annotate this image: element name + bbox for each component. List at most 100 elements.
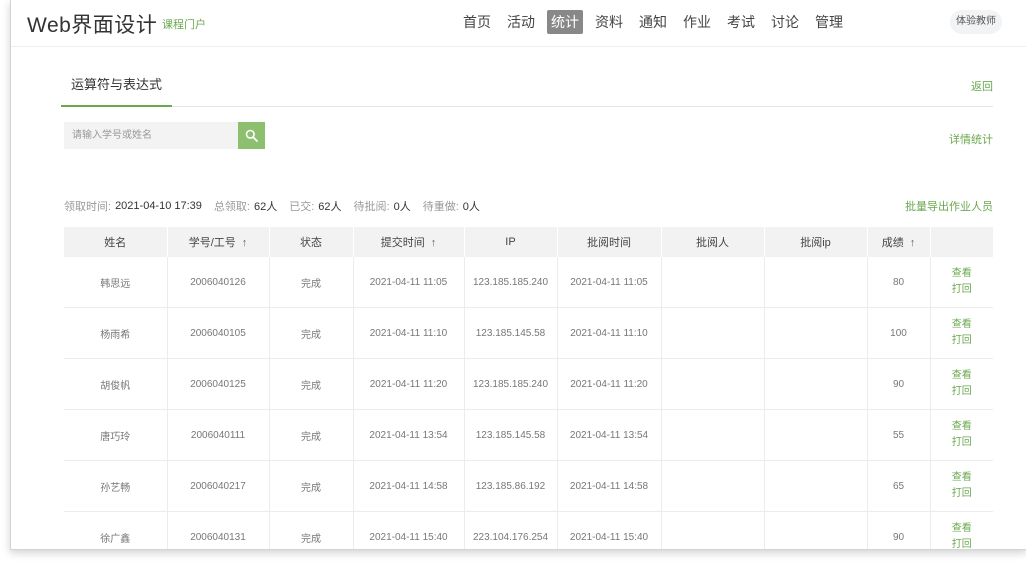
table-header: 姓名 学号/工号 ↑ 状态 提交时间 ↑ IP 批阅时间 批阅人 批阅ip 成绩 ↑	[64, 227, 993, 257]
header-label: 批阅时间	[587, 237, 631, 249]
cell-actions: 查看 打回	[930, 409, 993, 461]
header-col-submit-time[interactable]: 提交时间 ↑	[353, 227, 465, 257]
cell-ip: 123.185.185.240	[464, 358, 558, 410]
nav-exams[interactable]: 考试	[723, 10, 759, 34]
cell-id: 2006040125	[167, 358, 270, 410]
table-row: 杨雨希 2006040105 完成 2021-04-11 11:10 123.185.1…	[64, 307, 993, 359]
view-link[interactable]: 查看	[932, 470, 993, 486]
sort-arrow-icon[interactable]: ↑	[431, 237, 437, 249]
cell-reviewer	[661, 511, 765, 549]
cell-name: 孙艺畅	[64, 460, 168, 512]
total-value: 62人	[253, 201, 278, 213]
deadline-label: 领取时间:	[64, 201, 112, 213]
cell-submit: 2021-04-11 11:10	[353, 307, 465, 359]
header-col-reviewer: 批阅人	[661, 227, 765, 257]
header-col-ip: IP	[464, 227, 558, 257]
cell-score: 80	[867, 257, 931, 308]
nav-materials[interactable]: 资料	[591, 10, 627, 34]
header-label: 提交时间	[380, 237, 425, 249]
nav-discussion[interactable]: 讨论	[767, 10, 803, 34]
sort-arrow-icon[interactable]: ↑	[242, 237, 248, 249]
detail-stats-link[interactable]: 详情统计	[949, 131, 993, 147]
cell-status: 完成	[269, 511, 354, 549]
pending-value: 0人	[393, 201, 411, 213]
header-col-review-time: 批阅时间	[557, 227, 662, 257]
header-col-actions	[930, 227, 993, 257]
export-link[interactable]: 批量导出作业人员	[905, 198, 993, 214]
cell-actions: 查看 打回	[930, 358, 993, 410]
nav-activity[interactable]: 活动	[503, 10, 539, 34]
cell-id: 2006040111	[167, 409, 270, 461]
cell-score: 100	[867, 307, 931, 359]
view-link[interactable]: 查看	[932, 368, 993, 384]
cell-ip: 223.104.176.254	[464, 511, 558, 549]
return-link[interactable]: 打回	[932, 333, 993, 349]
deadline-value: 2021-04-10 17:39	[115, 200, 202, 212]
cell-id: 2006040217	[167, 460, 270, 512]
nav-home[interactable]: 首页	[459, 10, 495, 34]
cell-submit: 2021-04-11 15:40	[353, 511, 465, 549]
cell-review-ip	[764, 307, 868, 359]
cell-name: 唐巧玲	[64, 409, 168, 461]
cell-review-time: 2021-04-11 11:20	[557, 358, 662, 410]
user-badge[interactable]: 体验教师	[950, 10, 1002, 34]
cell-submit: 2021-04-11 11:05	[353, 257, 465, 308]
sort-arrow-icon[interactable]: ↑	[910, 237, 916, 249]
cell-ip: 123.185.185.240	[464, 257, 558, 308]
cell-reviewer	[661, 460, 765, 512]
cell-review-time: 2021-04-11 13:54	[557, 409, 662, 461]
submitted-value: 62人	[318, 201, 342, 213]
return-link[interactable]: 打回	[932, 384, 993, 400]
return-link[interactable]: 打回	[932, 537, 993, 549]
cell-review-ip	[764, 409, 868, 461]
cell-review-ip	[764, 257, 868, 308]
cell-status: 完成	[269, 307, 354, 359]
submission-table: 姓名 学号/工号 ↑ 状态 提交时间 ↑ IP 批阅时间 批阅人 批阅ip 成绩 ↑ 韩思远 20060…	[64, 227, 993, 549]
cell-name: 杨雨希	[64, 307, 168, 359]
view-link[interactable]: 查看	[932, 317, 993, 333]
nav-statistics[interactable]: 统计	[547, 10, 583, 34]
header-col-id[interactable]: 学号/工号 ↑	[167, 227, 270, 257]
cell-status: 完成	[269, 409, 354, 461]
redo-value: 0人	[462, 201, 480, 213]
cell-review-ip	[764, 460, 868, 512]
header-col-score[interactable]: 成绩 ↑	[867, 227, 931, 257]
search-input[interactable]	[64, 122, 238, 149]
cell-status: 完成	[269, 460, 354, 512]
header-label: 姓名	[104, 237, 127, 249]
top-bar: Web界面设计 课程门户 首页 活动 统计 资料 通知 作业 考试 讨论 管理 …	[11, 0, 1026, 47]
cell-review-time: 2021-04-11 14:58	[557, 460, 662, 512]
submitted-label: 已交:	[289, 201, 315, 213]
back-link[interactable]: 返回	[971, 78, 993, 94]
cell-actions: 查看 打回	[930, 257, 993, 308]
cell-review-time: 2021-04-11 11:10	[557, 307, 662, 359]
cell-ip: 123.185.86.192	[464, 460, 558, 512]
nav-manage[interactable]: 管理	[811, 10, 847, 34]
return-link[interactable]: 打回	[932, 435, 993, 451]
cell-submit: 2021-04-11 13:54	[353, 409, 465, 461]
header-label: 学号/工号	[188, 237, 236, 249]
cell-id: 2006040131	[167, 511, 270, 549]
view-link[interactable]: 查看	[932, 521, 993, 537]
return-link[interactable]: 打回	[932, 486, 993, 502]
return-link[interactable]: 打回	[932, 282, 993, 298]
header-col-status: 状态	[269, 227, 354, 257]
cell-score: 65	[867, 460, 931, 512]
search-icon	[245, 129, 258, 142]
cell-reviewer	[661, 409, 765, 461]
cell-ip: 123.185.145.58	[464, 409, 558, 461]
nav-homework[interactable]: 作业	[679, 10, 715, 34]
view-link[interactable]: 查看	[932, 266, 993, 282]
cell-id: 2006040105	[167, 307, 270, 359]
cell-reviewer	[661, 307, 765, 359]
tab-row: 运算符与表达式 返回	[61, 72, 993, 107]
view-link[interactable]: 查看	[932, 419, 993, 435]
header-col-review-ip: 批阅ip	[764, 227, 868, 257]
header-label: 批阅ip	[800, 237, 831, 249]
course-portal-link[interactable]: 课程门户	[162, 16, 206, 32]
search-button[interactable]	[238, 122, 265, 149]
tab-assignment[interactable]: 运算符与表达式	[61, 72, 173, 107]
cell-score: 55	[867, 409, 931, 461]
cell-submit: 2021-04-11 14:58	[353, 460, 465, 512]
nav-notices[interactable]: 通知	[635, 10, 671, 34]
